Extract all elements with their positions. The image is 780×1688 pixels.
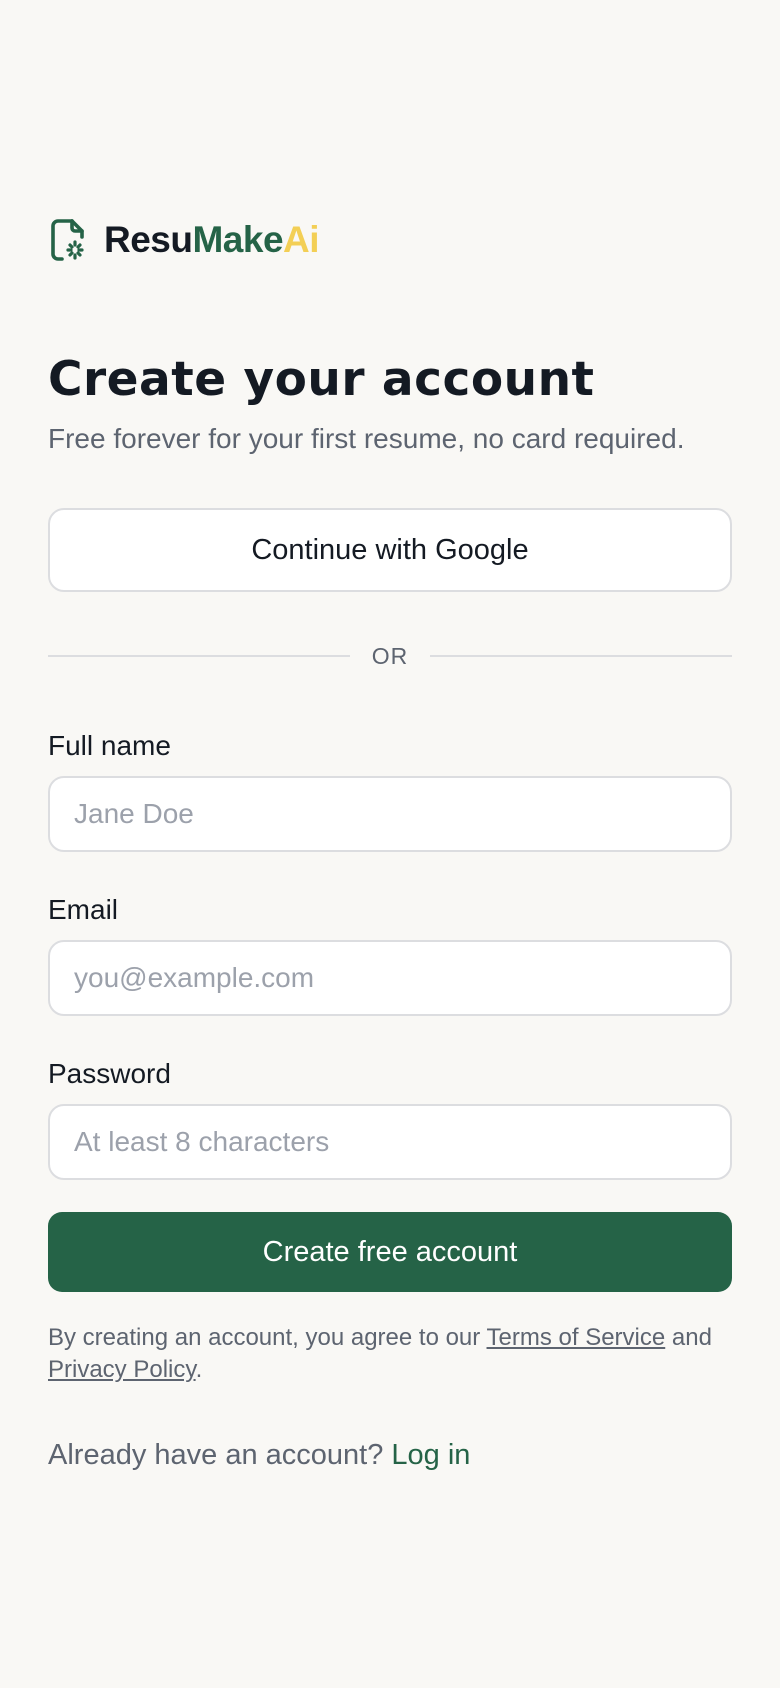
page-subtitle: Free forever for your first resume, no c…: [48, 423, 685, 454]
privacy-policy-link[interactable]: Privacy Policy: [48, 1356, 196, 1383]
terms-of-service-link[interactable]: Terms of Service: [487, 1324, 666, 1351]
brand-logo[interactable]: ResuMakeAi: [48, 218, 320, 262]
login-prompt-text: Already have an account?: [48, 1439, 392, 1471]
continue-with-google-button[interactable]: Continue with Google: [48, 508, 732, 592]
full-name-label: Full name: [48, 730, 171, 761]
divider-line-right: [430, 655, 732, 657]
create-account-button[interactable]: Create free account: [48, 1212, 732, 1292]
login-prompt: Already have an account? Log in: [48, 1436, 470, 1474]
password-input[interactable]: [48, 1104, 732, 1180]
legal-notice: By creating an account, you agree to our…: [48, 1322, 732, 1386]
legal-prefix: By creating an account, you agree to our: [48, 1324, 487, 1351]
full-name-input[interactable]: [48, 776, 732, 852]
brand-wordmark: ResuMakeAi: [104, 218, 320, 262]
email-label: Email: [48, 894, 119, 925]
brand-part-3: Ai: [283, 219, 320, 260]
document-sparkle-icon: [51, 219, 84, 261]
page-title: Create your account: [48, 352, 595, 407]
legal-suffix: .: [195, 1356, 203, 1383]
divider-label: OR: [371, 642, 409, 669]
log-in-link[interactable]: Log in: [391, 1439, 470, 1471]
brand-part-1: Resu: [104, 219, 193, 260]
email-input[interactable]: [48, 940, 732, 1016]
divider-line-left: [48, 655, 350, 657]
brand-part-2: Make: [192, 219, 284, 260]
password-label: Password: [48, 1058, 171, 1089]
legal-middle: and: [665, 1324, 712, 1351]
or-divider: OR: [48, 640, 732, 672]
